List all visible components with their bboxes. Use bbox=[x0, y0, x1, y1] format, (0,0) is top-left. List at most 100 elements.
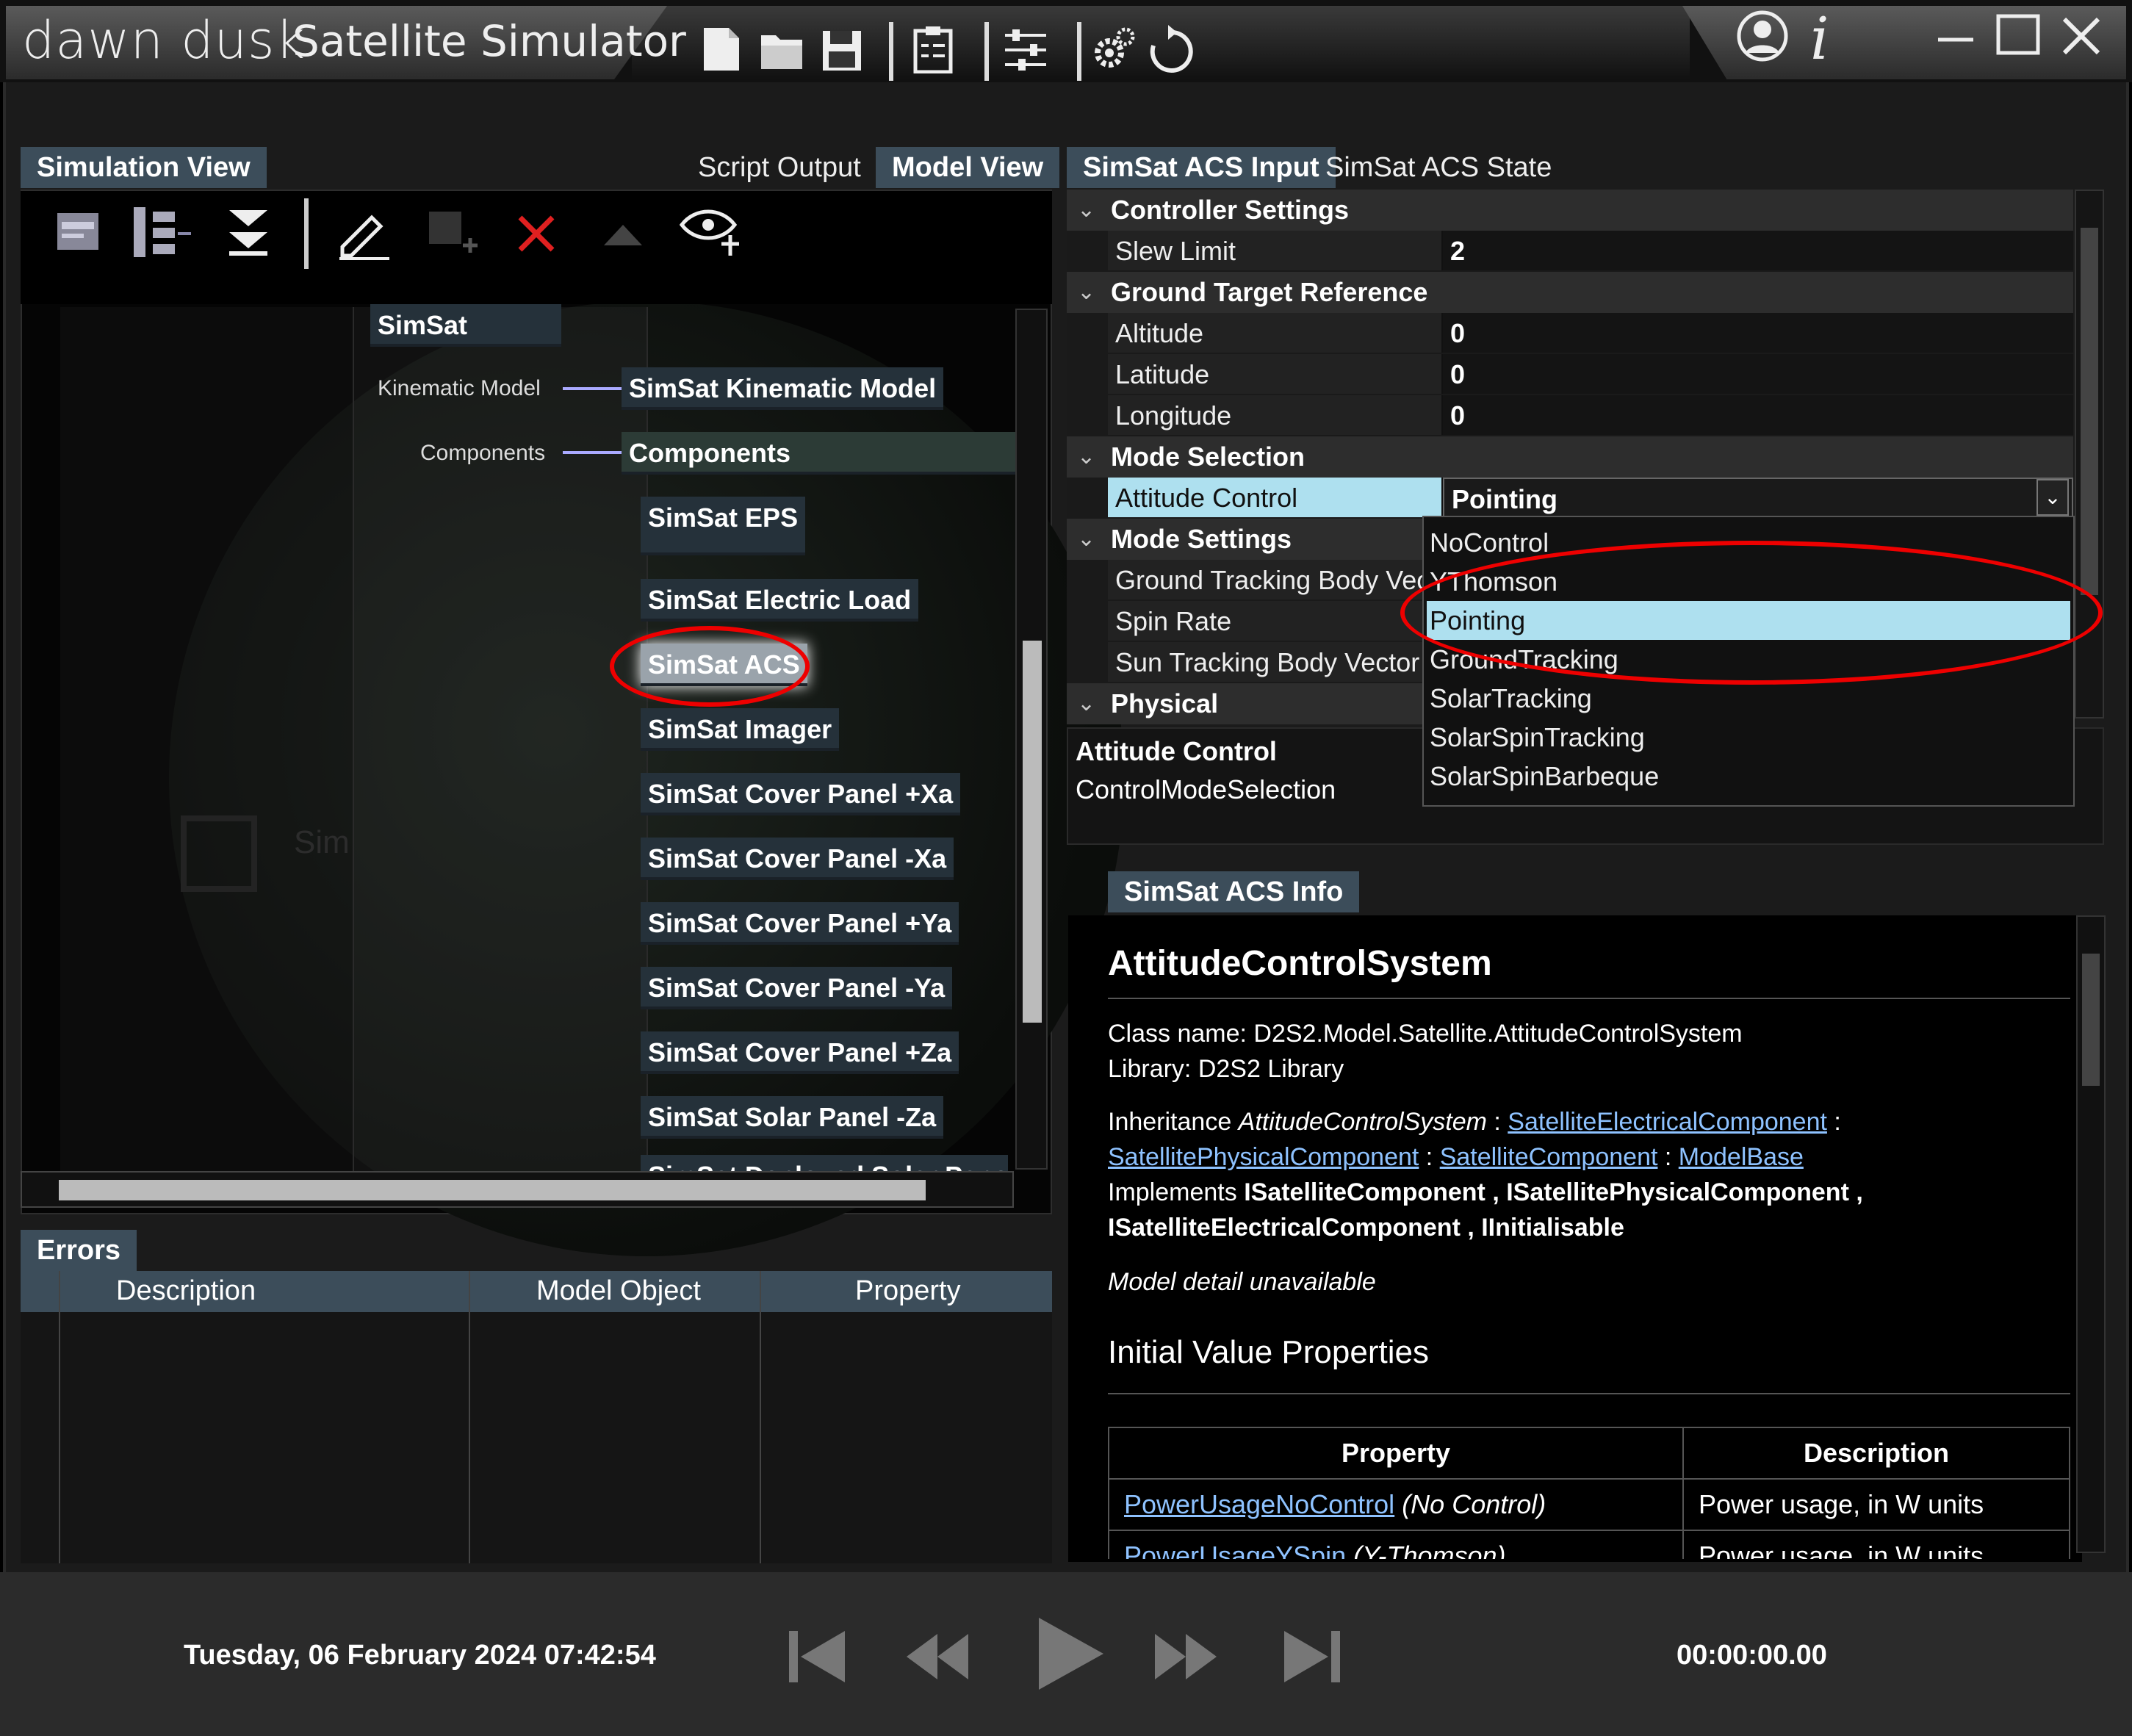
fast-forward-icon[interactable] bbox=[1153, 1624, 1220, 1690]
skip-end-icon[interactable] bbox=[1280, 1624, 1346, 1690]
ivp-heading: Initial Value Properties bbox=[1108, 1334, 1429, 1370]
category-mode-selection[interactable]: Mode Selection bbox=[1067, 436, 2073, 478]
errors-col-description[interactable]: Description bbox=[116, 1275, 256, 1307]
component-simsat-imager[interactable]: SimSat Imager bbox=[641, 708, 840, 751]
window-icon[interactable] bbox=[54, 209, 101, 256]
info-icon[interactable]: i bbox=[1810, 4, 1829, 73]
longitude-value[interactable]: 0 bbox=[1443, 395, 2073, 435]
property-row[interactable]: Altitude 0 bbox=[1067, 313, 2073, 354]
toolbar-separator bbox=[889, 22, 893, 81]
new-file-icon[interactable] bbox=[699, 25, 743, 73]
table-row: PowerUsageNoControl (No Control) Power u… bbox=[1108, 1478, 2070, 1531]
longitude-name: Longitude bbox=[1108, 395, 1443, 435]
tree-vertical-scrollbar[interactable] bbox=[1015, 309, 1048, 1170]
tree-node-kinematic-model[interactable]: SimSat Kinematic Model bbox=[622, 367, 944, 410]
refresh-icon[interactable] bbox=[1149, 25, 1193, 73]
edit-icon[interactable] bbox=[335, 203, 394, 262]
tree-column bbox=[354, 307, 648, 1174]
latitude-value[interactable]: 0 bbox=[1443, 354, 2073, 394]
expand-all-icon[interactable] bbox=[225, 206, 272, 259]
component-cover-panel-plus-xa[interactable]: SimSat Cover Panel +Xa bbox=[641, 773, 961, 815]
open-folder-icon[interactable] bbox=[760, 25, 804, 73]
link-satellite-electrical-component[interactable]: SatelliteElectricalComponent bbox=[1508, 1108, 1827, 1136]
property-mode: (Y-Thomson) bbox=[1346, 1541, 1506, 1559]
components-label: Components bbox=[420, 441, 546, 465]
property-grid-scrollbar[interactable] bbox=[2075, 190, 2104, 718]
scrollbar-thumb[interactable] bbox=[2082, 954, 2100, 1086]
component-cover-panel-minus-ya[interactable]: SimSat Cover Panel -Ya bbox=[641, 967, 953, 1009]
ivp-header-row: Property Description bbox=[1108, 1427, 2070, 1480]
info-scrollbar[interactable] bbox=[2076, 915, 2106, 1553]
altitude-value[interactable]: 0 bbox=[1443, 313, 2073, 353]
errors-col-property[interactable]: Property bbox=[855, 1275, 961, 1307]
property-link[interactable]: PowerUsageNoControl bbox=[1124, 1489, 1394, 1519]
play-icon[interactable] bbox=[1029, 1613, 1109, 1694]
save-icon[interactable] bbox=[820, 25, 864, 73]
attitude-control-value[interactable]: Pointing bbox=[1443, 478, 2073, 517]
scrollbar-thumb[interactable] bbox=[1023, 641, 1042, 1023]
tree-horizontal-scrollbar[interactable] bbox=[21, 1171, 1014, 1208]
maximize-icon[interactable] bbox=[1992, 10, 2044, 62]
property-row[interactable]: Slew Limit 2 bbox=[1067, 231, 2073, 272]
tab-acs-input[interactable]: SimSat ACS Input bbox=[1067, 147, 1336, 188]
link-satellite-physical-component[interactable]: SatellitePhysicalComponent bbox=[1108, 1143, 1419, 1171]
tree-icon[interactable] bbox=[132, 206, 194, 259]
component-simsat-eps[interactable]: SimSat EPS bbox=[641, 497, 806, 555]
description-text: ControlModeSelection bbox=[1076, 774, 1336, 804]
collapse-chevron-icon[interactable]: ⌄ bbox=[1077, 526, 1095, 552]
option-solarspinbarbeque[interactable]: SolarSpinBarbeque bbox=[1427, 757, 2070, 796]
tab-script-output[interactable]: Script Output bbox=[682, 147, 877, 188]
skip-start-icon[interactable] bbox=[783, 1624, 849, 1690]
tab-model-view[interactable]: Model View bbox=[876, 147, 1060, 188]
category-ground-target[interactable]: Ground Target Reference bbox=[1067, 272, 2073, 313]
tree-node-simsat[interactable]: SimSat bbox=[370, 304, 561, 347]
clipboard-icon[interactable] bbox=[911, 25, 955, 73]
slew-limit-value[interactable]: 2 bbox=[1443, 231, 2073, 270]
collapse-chevron-icon[interactable]: ⌄ bbox=[1077, 691, 1095, 716]
gear-icon[interactable] bbox=[1092, 25, 1136, 73]
view-add-icon[interactable] bbox=[679, 203, 741, 264]
spin-rate-name: Spin Rate bbox=[1108, 601, 1443, 641]
close-icon[interactable] bbox=[2056, 10, 2107, 62]
column-divider bbox=[59, 1271, 60, 1563]
altitude-name: Altitude bbox=[1108, 313, 1443, 353]
implements-list: ISatelliteComponent , ISatellitePhysical… bbox=[1244, 1178, 1863, 1206]
rewind-icon[interactable] bbox=[904, 1624, 970, 1690]
errors-col-model-object[interactable]: Model Object bbox=[536, 1275, 701, 1307]
collapse-chevron-icon[interactable]: ⌄ bbox=[1077, 444, 1095, 469]
move-up-icon[interactable] bbox=[601, 220, 645, 250]
scrollbar-thumb[interactable] bbox=[2081, 228, 2098, 595]
delete-icon[interactable] bbox=[516, 213, 557, 254]
inheritance-sep: : bbox=[1657, 1143, 1679, 1171]
inheritance-sep: : bbox=[1419, 1143, 1440, 1171]
info-class-name: Class name: D2S2.Model.Satellite.Attitud… bbox=[1108, 1020, 1743, 1048]
tree-node-components[interactable]: Components bbox=[622, 432, 1015, 475]
tab-errors[interactable]: Errors bbox=[21, 1230, 137, 1271]
component-cover-panel-plus-ya[interactable]: SimSat Cover Panel +Ya bbox=[641, 902, 959, 945]
tab-simulation-view[interactable]: Simulation View bbox=[21, 147, 267, 188]
component-simsat-electric-load[interactable]: SimSat Electric Load bbox=[641, 579, 919, 622]
minimize-icon[interactable] bbox=[1931, 10, 1982, 62]
collapse-chevron-icon[interactable]: ⌄ bbox=[1077, 279, 1095, 305]
property-row[interactable]: Attitude Control Pointing ⌄ bbox=[1067, 478, 2073, 519]
scrollbar-thumb[interactable] bbox=[59, 1180, 926, 1200]
component-solar-panel-minus-za[interactable]: SimSat Solar Panel -Za bbox=[641, 1096, 944, 1139]
add-node-icon[interactable] bbox=[426, 209, 479, 262]
component-cover-panel-plus-za[interactable]: SimSat Cover Panel +Za bbox=[641, 1031, 959, 1074]
sliders-icon[interactable] bbox=[1004, 25, 1048, 73]
link-model-base[interactable]: ModelBase bbox=[1679, 1143, 1804, 1171]
user-icon[interactable] bbox=[1737, 10, 1788, 62]
property-row[interactable]: Longitude 0 bbox=[1067, 395, 2073, 436]
property-row[interactable]: Latitude 0 bbox=[1067, 354, 2073, 395]
property-link[interactable]: PowerUsageYSpin bbox=[1124, 1541, 1346, 1559]
category-label: Controller Settings bbox=[1111, 195, 1350, 225]
collapse-chevron-icon[interactable]: ⌄ bbox=[1077, 197, 1095, 223]
option-solarspintracking[interactable]: SolarSpinTracking bbox=[1427, 718, 2070, 757]
link-satellite-component[interactable]: SatelliteComponent bbox=[1440, 1143, 1658, 1171]
tab-acs-info[interactable]: SimSat ACS Info bbox=[1108, 871, 1360, 912]
chevron-down-icon[interactable]: ⌄ bbox=[2036, 479, 2069, 516]
component-cover-panel-minus-xa[interactable]: SimSat Cover Panel -Xa bbox=[641, 838, 954, 880]
divider bbox=[1108, 998, 2070, 999]
category-controller-settings[interactable]: Controller Settings bbox=[1067, 190, 2073, 231]
tab-acs-state[interactable]: SimSat ACS State bbox=[1309, 147, 1568, 188]
